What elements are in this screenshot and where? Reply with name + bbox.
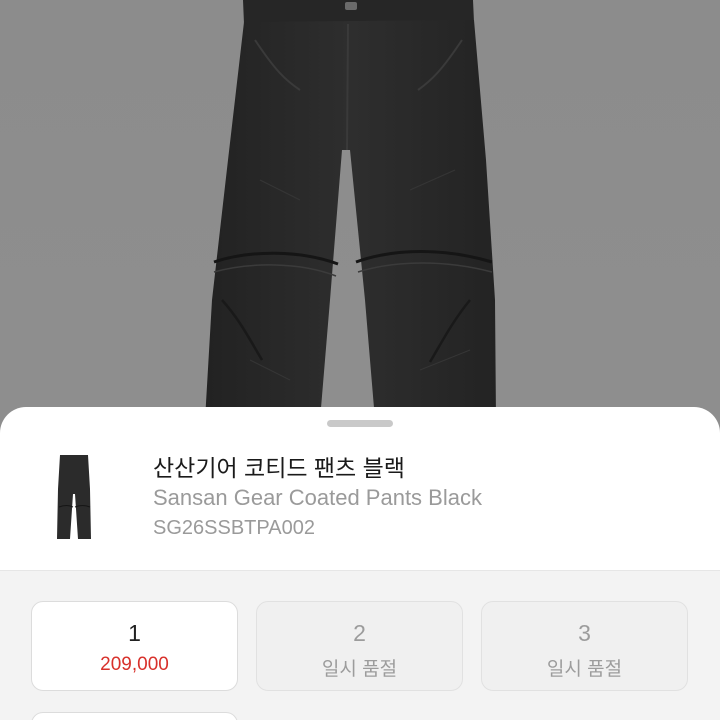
soldout-label: 일시 품절 <box>321 659 398 680</box>
size-label: 3 <box>578 620 591 646</box>
size-options: 1 209,000 2 일시 품절 3 일시 품절 <box>0 570 720 720</box>
size-option-1[interactable]: 1 209,000 <box>31 601 238 691</box>
option-bottom-sheet: 산산기어 코티드 팬츠 블랙 Sansan Gear Coated Pants … <box>0 407 720 720</box>
size-option-2[interactable]: 2 일시 품절 <box>256 601 463 691</box>
size-option-next[interactable] <box>31 712 238 720</box>
size-label: 1 <box>128 620 141 646</box>
sheet-drag-handle[interactable] <box>327 420 393 427</box>
product-name-korean: 산산기어 코티드 팬츠 블랙 <box>153 455 405 481</box>
size-option-3[interactable]: 3 일시 품절 <box>481 601 688 691</box>
product-name-english: Sansan Gear Coated Pants Black <box>153 485 482 510</box>
product-summary: 산산기어 코티드 팬츠 블랙 Sansan Gear Coated Pants … <box>0 435 720 570</box>
size-price: 209,000 <box>100 654 169 675</box>
product-thumbnail <box>40 449 106 545</box>
size-label: 2 <box>353 620 366 646</box>
product-thumbnail-pants <box>40 449 106 545</box>
soldout-label: 일시 품절 <box>546 659 623 680</box>
product-sku: SG26SSBTPA002 <box>153 517 315 539</box>
